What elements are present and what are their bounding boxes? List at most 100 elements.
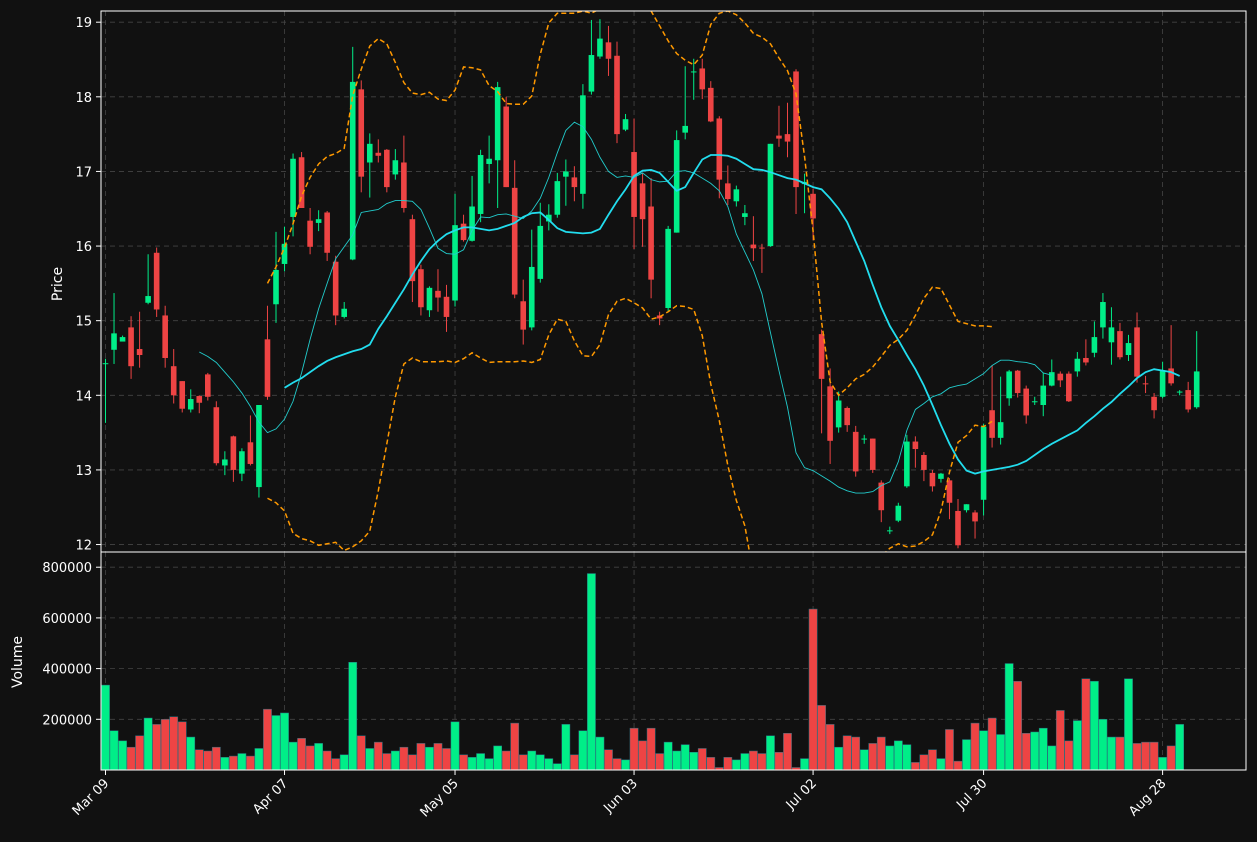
chart-background bbox=[0, 0, 1257, 842]
volume-bar-up bbox=[280, 712, 289, 771]
price-tick-label: 15 bbox=[75, 315, 92, 330]
candle-down bbox=[1185, 390, 1191, 410]
volume-bar-up bbox=[271, 715, 281, 771]
candle-down bbox=[929, 472, 936, 487]
price-tick-label: 17 bbox=[75, 165, 92, 180]
volume-bar-up bbox=[1030, 731, 1040, 771]
volume-bar-down bbox=[723, 757, 733, 771]
candle-down bbox=[213, 407, 220, 464]
volume-bar-down bbox=[817, 705, 826, 771]
volume-bar-up bbox=[339, 754, 349, 771]
volume-bar-up bbox=[663, 741, 673, 771]
volume-bar-down bbox=[655, 753, 664, 771]
volume-bar-down bbox=[518, 754, 528, 771]
price-tick-label: 16 bbox=[75, 240, 92, 255]
candle-down bbox=[418, 269, 424, 308]
candle-down bbox=[605, 42, 612, 59]
candle-up bbox=[119, 337, 126, 342]
candle-up bbox=[1074, 358, 1081, 372]
volume-bar-down bbox=[1021, 732, 1031, 771]
candle-down bbox=[170, 366, 177, 396]
candle-down bbox=[375, 152, 382, 156]
volume-bar-down bbox=[194, 749, 204, 771]
volume-bar-down bbox=[399, 746, 409, 771]
volume-bar-up bbox=[544, 758, 554, 771]
volume-bar-down bbox=[1149, 741, 1159, 771]
candle-down bbox=[852, 431, 859, 472]
candle-up bbox=[273, 269, 279, 305]
volume-bar-down bbox=[382, 753, 392, 771]
volume-bar-down bbox=[331, 758, 341, 771]
candle-up bbox=[1125, 343, 1132, 356]
volume-bar-down bbox=[1081, 678, 1091, 771]
candle-down bbox=[784, 134, 791, 142]
volume-bar-up bbox=[578, 730, 588, 771]
candle-up bbox=[290, 158, 296, 217]
volume-bar-up bbox=[365, 748, 375, 771]
candle-up bbox=[682, 125, 688, 133]
volume-bar-up bbox=[766, 735, 775, 771]
volume-bar-up bbox=[1047, 745, 1057, 771]
price-tick-label: 13 bbox=[75, 464, 92, 479]
volume-bar-up bbox=[800, 758, 809, 771]
candle-up bbox=[452, 225, 458, 301]
candle-up bbox=[665, 228, 671, 308]
volume-bar-down bbox=[749, 750, 758, 771]
candle-up bbox=[1006, 371, 1012, 399]
candle-up bbox=[256, 404, 262, 488]
volume-bar-up bbox=[254, 748, 264, 771]
volume-bar-down bbox=[416, 743, 426, 771]
candle-up bbox=[938, 473, 944, 479]
volume-bar-down bbox=[646, 727, 656, 771]
candle-up bbox=[1176, 391, 1183, 393]
candle-up bbox=[486, 158, 492, 164]
volume-bar-up bbox=[962, 739, 971, 771]
candle-down bbox=[972, 512, 978, 522]
volume-bar-down bbox=[697, 748, 707, 771]
candle-down bbox=[759, 247, 765, 249]
candle-up bbox=[145, 296, 151, 303]
volume-bar-up bbox=[834, 746, 843, 771]
candle-up bbox=[861, 438, 868, 440]
candle-up bbox=[111, 333, 117, 350]
volume-bar-down bbox=[510, 722, 520, 771]
candle-down bbox=[230, 436, 237, 470]
volume-bar-down bbox=[638, 740, 647, 771]
volume-bar-up bbox=[493, 745, 502, 771]
candle-down bbox=[631, 152, 637, 217]
volume-bar-up bbox=[902, 744, 912, 771]
volume-bar-down bbox=[911, 762, 920, 771]
candle-down bbox=[332, 261, 339, 316]
volume-bar-up bbox=[467, 757, 477, 771]
volume-bar-up bbox=[391, 750, 400, 771]
volume-bar-down bbox=[612, 758, 622, 771]
volume-bar-down bbox=[305, 745, 315, 771]
volume-bar-up bbox=[732, 759, 741, 771]
volume-tick-label: 200000 bbox=[42, 713, 92, 728]
candle-down bbox=[153, 252, 160, 310]
volume-bar-up bbox=[740, 753, 750, 771]
candle-up bbox=[528, 266, 535, 328]
candle-down bbox=[136, 349, 143, 356]
volume-bar-down bbox=[442, 748, 451, 771]
candle-down bbox=[750, 244, 757, 249]
candle-down bbox=[503, 106, 509, 188]
candle-down bbox=[179, 381, 186, 409]
volume-bar-down bbox=[842, 735, 852, 771]
volume-bar-down bbox=[928, 749, 937, 771]
volume-bar-up bbox=[672, 750, 682, 771]
volume-bar-down bbox=[1013, 681, 1023, 771]
volume-bar-down bbox=[1064, 740, 1074, 771]
candle-down bbox=[460, 223, 467, 241]
candle-up bbox=[673, 140, 680, 233]
candle-down bbox=[1023, 388, 1029, 416]
volume-bar-up bbox=[186, 736, 196, 771]
volume-tick-label: 600000 bbox=[42, 612, 92, 627]
candle-up bbox=[742, 213, 748, 217]
candle-up bbox=[1040, 385, 1047, 405]
volume-bar-up bbox=[979, 730, 988, 771]
candle-up bbox=[1159, 370, 1166, 397]
candle-up bbox=[963, 504, 970, 511]
volume-bar-down bbox=[987, 717, 997, 771]
candle-down bbox=[205, 374, 211, 397]
